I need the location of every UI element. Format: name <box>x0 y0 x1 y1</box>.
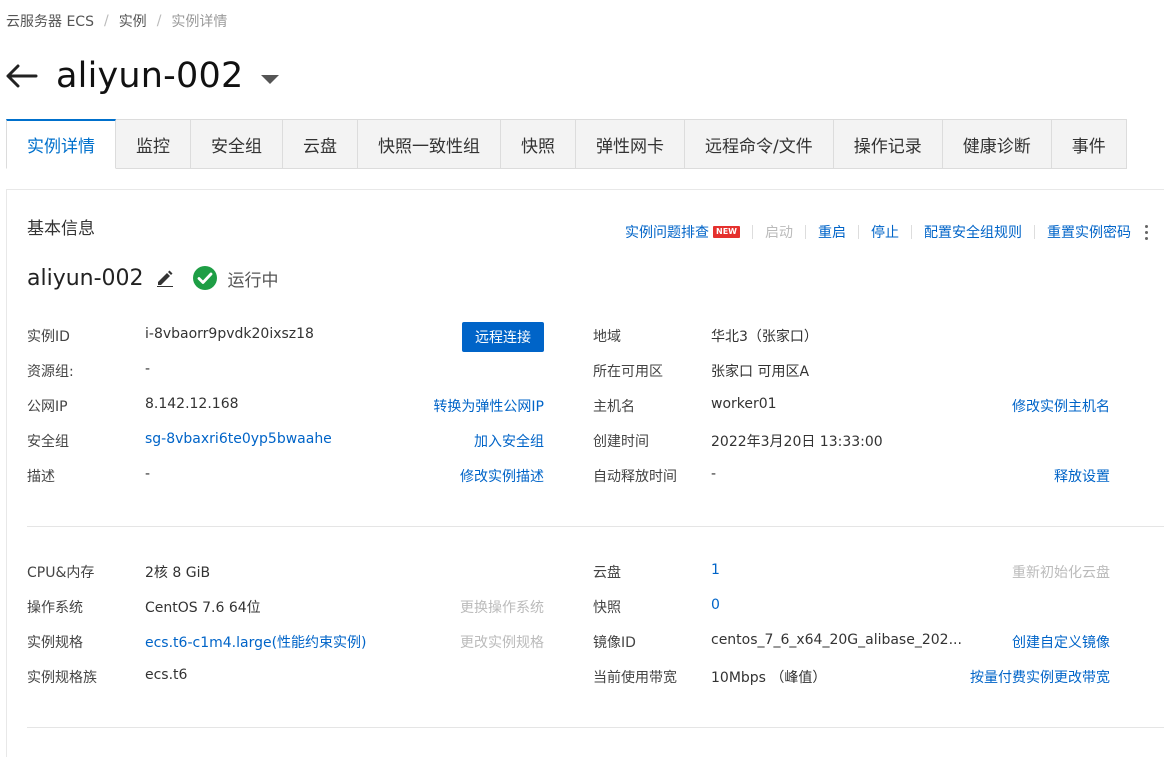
snapshot-label: 快照 <box>593 600 621 616</box>
section-divider <box>27 727 1164 728</box>
disk-count-value[interactable]: 1 <box>711 562 720 578</box>
tab-health-diagnosis[interactable]: 健康诊断 <box>942 119 1052 169</box>
caret-down-icon[interactable] <box>261 74 280 84</box>
bandwidth-label: 当前使用带宽 <box>593 670 677 686</box>
auto-release-value: - <box>711 466 717 482</box>
modify-description-link[interactable]: 修改实例描述 <box>460 466 544 486</box>
resource-group-value: - <box>145 361 151 377</box>
bandwidth-value: 10Mbps （峰值） <box>711 670 827 686</box>
tab-remote-commands[interactable]: 远程命令/文件 <box>685 119 834 169</box>
action-bar: 实例问题排查 NEW 启动 重启 停止 配置安全组规则 重置实例密码 <box>625 222 1148 242</box>
public-ip-value: 8.142.12.168 <box>145 396 239 412</box>
details-panel: 基本信息 实例问题排查 NEW 启动 重启 停止 配置安全组规则 重置实例密码 … <box>6 189 1164 757</box>
tab-instance-details[interactable]: 实例详情 <box>6 119 116 169</box>
instance-id-label: 实例ID <box>27 329 70 345</box>
cpu-memory-label: CPU&内存 <box>27 565 95 581</box>
security-group-value[interactable]: sg-8vbaxri6te0yp5bwaahe <box>145 431 332 447</box>
breadcrumb-instances[interactable]: 实例 <box>119 11 147 31</box>
action-divider <box>911 225 912 239</box>
os-label: 操作系统 <box>27 600 83 616</box>
restart-link[interactable]: 重启 <box>818 222 846 242</box>
action-divider <box>1034 225 1035 239</box>
breadcrumb-ecs[interactable]: 云服务器 ECS <box>6 11 94 31</box>
breadcrumb: 云服务器 ECS / 实例 / 实例详情 <box>6 11 227 31</box>
zone-label: 所在可用区 <box>593 364 663 380</box>
modify-hostname-link[interactable]: 修改实例主机名 <box>1012 396 1110 416</box>
region-label: 地域 <box>593 329 621 345</box>
auto-release-label: 自动释放时间 <box>593 469 677 485</box>
public-ip-label: 公网IP <box>27 399 68 415</box>
tab-snapshots[interactable]: 快照 <box>501 119 576 169</box>
os-value: CentOS 7.6 64位 <box>145 600 261 616</box>
description-label: 描述 <box>27 469 55 485</box>
page-title: aliyun-002 <box>56 56 244 96</box>
change-instance-type-link: 更改实例规格 <box>460 635 544 651</box>
instance-family-label: 实例规格族 <box>27 670 97 686</box>
image-id-value: centos_7_6_x64_20G_alibase_202... <box>711 632 962 648</box>
section-divider <box>27 526 1164 527</box>
breadcrumb-separator: / <box>156 13 162 29</box>
created-time-value: 2022年3月20日 13:33:00 <box>711 434 883 450</box>
change-os-link: 更换操作系统 <box>460 600 544 616</box>
image-id-label: 镜像ID <box>593 635 636 651</box>
cpu-memory-value: 2核 8 GiB <box>145 565 211 581</box>
hostname-label: 主机名 <box>593 399 635 415</box>
reset-password-link[interactable]: 重置实例密码 <box>1047 222 1131 242</box>
tab-events[interactable]: 事件 <box>1051 119 1127 169</box>
instance-type-value[interactable]: ecs.t6-c1m4.large(性能约束实例) <box>145 632 367 652</box>
configure-security-group-rules-link[interactable]: 配置安全组规则 <box>924 222 1022 242</box>
remote-connect-button[interactable]: 远程连接 <box>462 322 544 352</box>
edit-pencil-icon[interactable] <box>156 269 174 287</box>
breadcrumb-separator: / <box>103 13 109 29</box>
instance-type-label: 实例规格 <box>27 635 83 651</box>
tab-operation-logs[interactable]: 操作记录 <box>833 119 943 169</box>
instance-name-row: aliyun-002 运行中 <box>27 265 279 291</box>
tab-disks[interactable]: 云盘 <box>283 119 358 169</box>
action-divider <box>805 225 806 239</box>
resource-group-label: 资源组: <box>27 364 74 380</box>
tab-monitoring[interactable]: 监控 <box>116 119 191 169</box>
instance-family-value: ecs.t6 <box>145 667 188 683</box>
tab-eni[interactable]: 弹性网卡 <box>576 119 685 169</box>
action-divider <box>858 225 859 239</box>
convert-to-eip-link[interactable]: 转换为弹性公网IP <box>433 396 544 416</box>
security-group-label: 安全组 <box>27 434 69 450</box>
new-badge: NEW <box>713 226 740 238</box>
zone-value: 张家口 可用区A <box>711 364 810 380</box>
start-link: 启动 <box>765 225 793 241</box>
running-check-icon <box>192 265 218 291</box>
change-bandwidth-link[interactable]: 按量付费实例更改带宽 <box>970 667 1110 687</box>
status-text: 运行中 <box>227 270 279 291</box>
reinit-disk-link: 重新初始化云盘 <box>1012 565 1110 581</box>
release-settings-link[interactable]: 释放设置 <box>1054 466 1110 486</box>
created-time-label: 创建时间 <box>593 434 649 450</box>
stop-link[interactable]: 停止 <box>871 222 899 242</box>
description-value: - <box>145 466 151 482</box>
back-arrow-icon[interactable] <box>6 59 40 93</box>
title-row: aliyun-002 <box>6 52 280 100</box>
snapshot-count-value[interactable]: 0 <box>711 597 720 613</box>
disk-label: 云盘 <box>593 565 621 581</box>
tab-snapshot-consistency-groups[interactable]: 快照一致性组 <box>358 119 501 169</box>
join-security-group-link[interactable]: 加入安全组 <box>474 431 544 451</box>
section-title-basic-info: 基本信息 <box>27 219 95 239</box>
tab-security-groups[interactable]: 安全组 <box>191 119 283 169</box>
tab-bar: 实例详情 监控 安全组 云盘 快照一致性组 快照 弹性网卡 远程命令/文件 操作… <box>6 119 1127 169</box>
troubleshoot-link[interactable]: 实例问题排查 <box>625 222 709 242</box>
more-vertical-icon[interactable] <box>1145 224 1148 240</box>
hostname-value: worker01 <box>711 396 777 412</box>
action-divider <box>752 225 753 239</box>
region-value: 华北3（张家口） <box>711 329 818 345</box>
instance-id-value: i-8vbaorr9pvdk20ixsz18 <box>145 326 314 342</box>
create-custom-image-link[interactable]: 创建自定义镜像 <box>1012 632 1110 652</box>
instance-name: aliyun-002 <box>27 265 144 291</box>
breadcrumb-current: 实例详情 <box>171 14 228 30</box>
